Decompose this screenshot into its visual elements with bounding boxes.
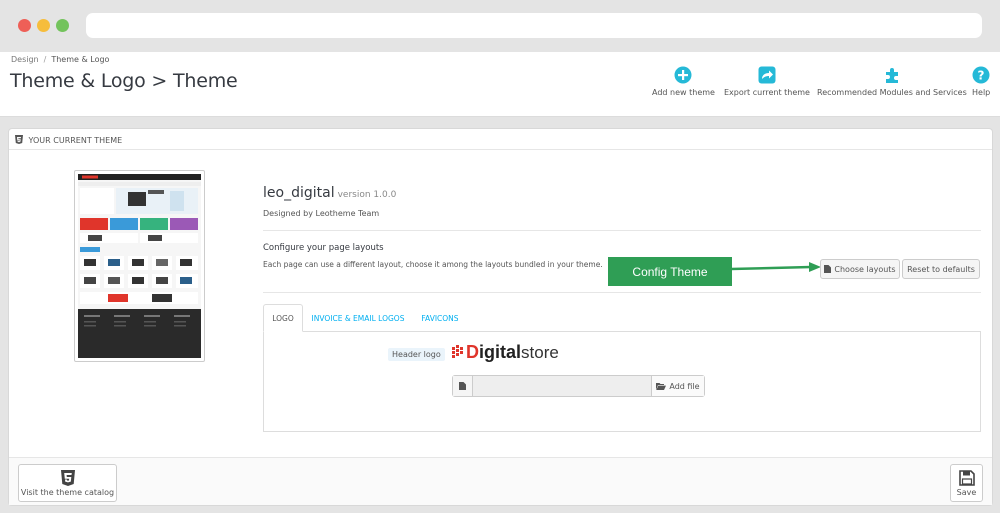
theme-preview-thumbnail: [74, 170, 205, 362]
html5-icon: [60, 470, 75, 486]
reset-defaults-label: Reset to defaults: [907, 264, 975, 274]
theme-version: version 1.0.0: [337, 190, 397, 200]
file-icon: [459, 382, 466, 390]
panel-heading: YOUR CURRENT THEME: [9, 129, 992, 150]
tab-favicons-label: FAVICONS: [421, 313, 459, 323]
recommended-modules-button[interactable]: Recommended Modules and Services: [817, 66, 967, 97]
panel-heading-text: YOUR CURRENT THEME: [28, 136, 123, 145]
export-theme-label: Export current theme: [724, 88, 810, 97]
save-label: Save: [956, 488, 977, 497]
html5-icon: [15, 135, 23, 144]
add-new-theme-label: Add new theme: [652, 88, 715, 97]
tab-logo-label: LOGO: [272, 313, 294, 323]
minimize-window-dot[interactable]: [37, 19, 50, 32]
page-title: Theme & Logo > Theme: [10, 70, 238, 92]
choose-layouts-button[interactable]: Choose layouts: [820, 259, 900, 279]
recommended-modules-label: Recommended Modules and Services: [817, 88, 967, 97]
theme-name-text: leo_digital: [263, 185, 335, 201]
tab-invoice-email-logos-label: INVOICE & EMAIL LOGOS: [311, 313, 405, 323]
tab-favicons[interactable]: FAVICONS: [413, 304, 467, 332]
logo-tab-content: Header logo Digitalstore Add file: [263, 331, 981, 432]
divider: [263, 292, 981, 293]
file-name-input[interactable]: [473, 376, 651, 396]
current-theme-panel: YOUR CURRENT THEME leo_digital version 1…: [8, 128, 993, 506]
help-label: Help: [972, 88, 991, 97]
breadcrumb-separator: /: [43, 55, 47, 64]
header-logo-label: Header logo: [388, 348, 445, 361]
visit-theme-catalog-button[interactable]: Visit the theme catalog: [18, 464, 117, 502]
address-bar[interactable]: [86, 13, 982, 38]
breadcrumb-current: Theme & Logo: [51, 55, 110, 64]
tab-logo[interactable]: LOGO: [263, 304, 303, 332]
browser-chrome: [0, 0, 1000, 52]
file-type-indicator: [453, 376, 473, 396]
add-file-label: Add file: [669, 381, 700, 391]
close-window-dot[interactable]: [18, 19, 31, 32]
header-logo-image: Digitalstore: [452, 342, 559, 363]
file-icon: [824, 265, 832, 273]
add-file-button[interactable]: Add file: [651, 376, 704, 396]
tab-invoice-email-logos[interactable]: INVOICE & EMAIL LOGOS: [309, 304, 407, 332]
logo-text-bold: igital: [479, 342, 522, 362]
theme-name: leo_digital version 1.0.0: [263, 185, 396, 201]
callout-arrow-icon: [731, 262, 821, 272]
panel-footer: Visit the theme catalog Save: [9, 457, 992, 505]
maximize-window-dot[interactable]: [56, 19, 69, 32]
save-disk-icon: [958, 470, 975, 486]
divider: [263, 230, 981, 231]
page-header: Design / Theme & Logo Theme & Logo > Theme…: [0, 52, 1000, 117]
plus-circle-icon: [674, 66, 692, 84]
config-theme-callout: Config Theme: [608, 257, 732, 286]
export-theme-button[interactable]: Export current theme: [724, 66, 810, 97]
logo-text-store: store: [521, 343, 559, 362]
puzzle-icon: [885, 68, 898, 83]
svg-text:?: ?: [978, 69, 985, 83]
question-circle-icon: ?: [972, 66, 990, 84]
breadcrumb-parent[interactable]: Design: [11, 55, 39, 64]
theme-author: Designed by Leotheme Team: [263, 209, 380, 218]
breadcrumb: Design / Theme & Logo: [11, 55, 109, 64]
choose-layouts-label: Choose layouts: [834, 264, 896, 274]
share-icon: [758, 66, 776, 84]
add-new-theme-button[interactable]: Add new theme: [652, 66, 715, 97]
pixel-logo-icon: [452, 345, 463, 358]
folder-open-icon: [656, 383, 667, 390]
help-button[interactable]: ? Help: [972, 66, 990, 97]
layouts-description: Each page can use a different layout, ch…: [263, 260, 603, 269]
logo-file-upload: Add file: [452, 375, 705, 397]
save-button[interactable]: Save: [950, 464, 983, 502]
layouts-title: Configure your page layouts: [263, 243, 384, 253]
reset-defaults-button[interactable]: Reset to defaults: [902, 259, 980, 279]
theme-preview-image: [78, 174, 201, 358]
visit-theme-catalog-label: Visit the theme catalog: [20, 488, 115, 497]
logo-letter-d: D: [466, 342, 479, 362]
